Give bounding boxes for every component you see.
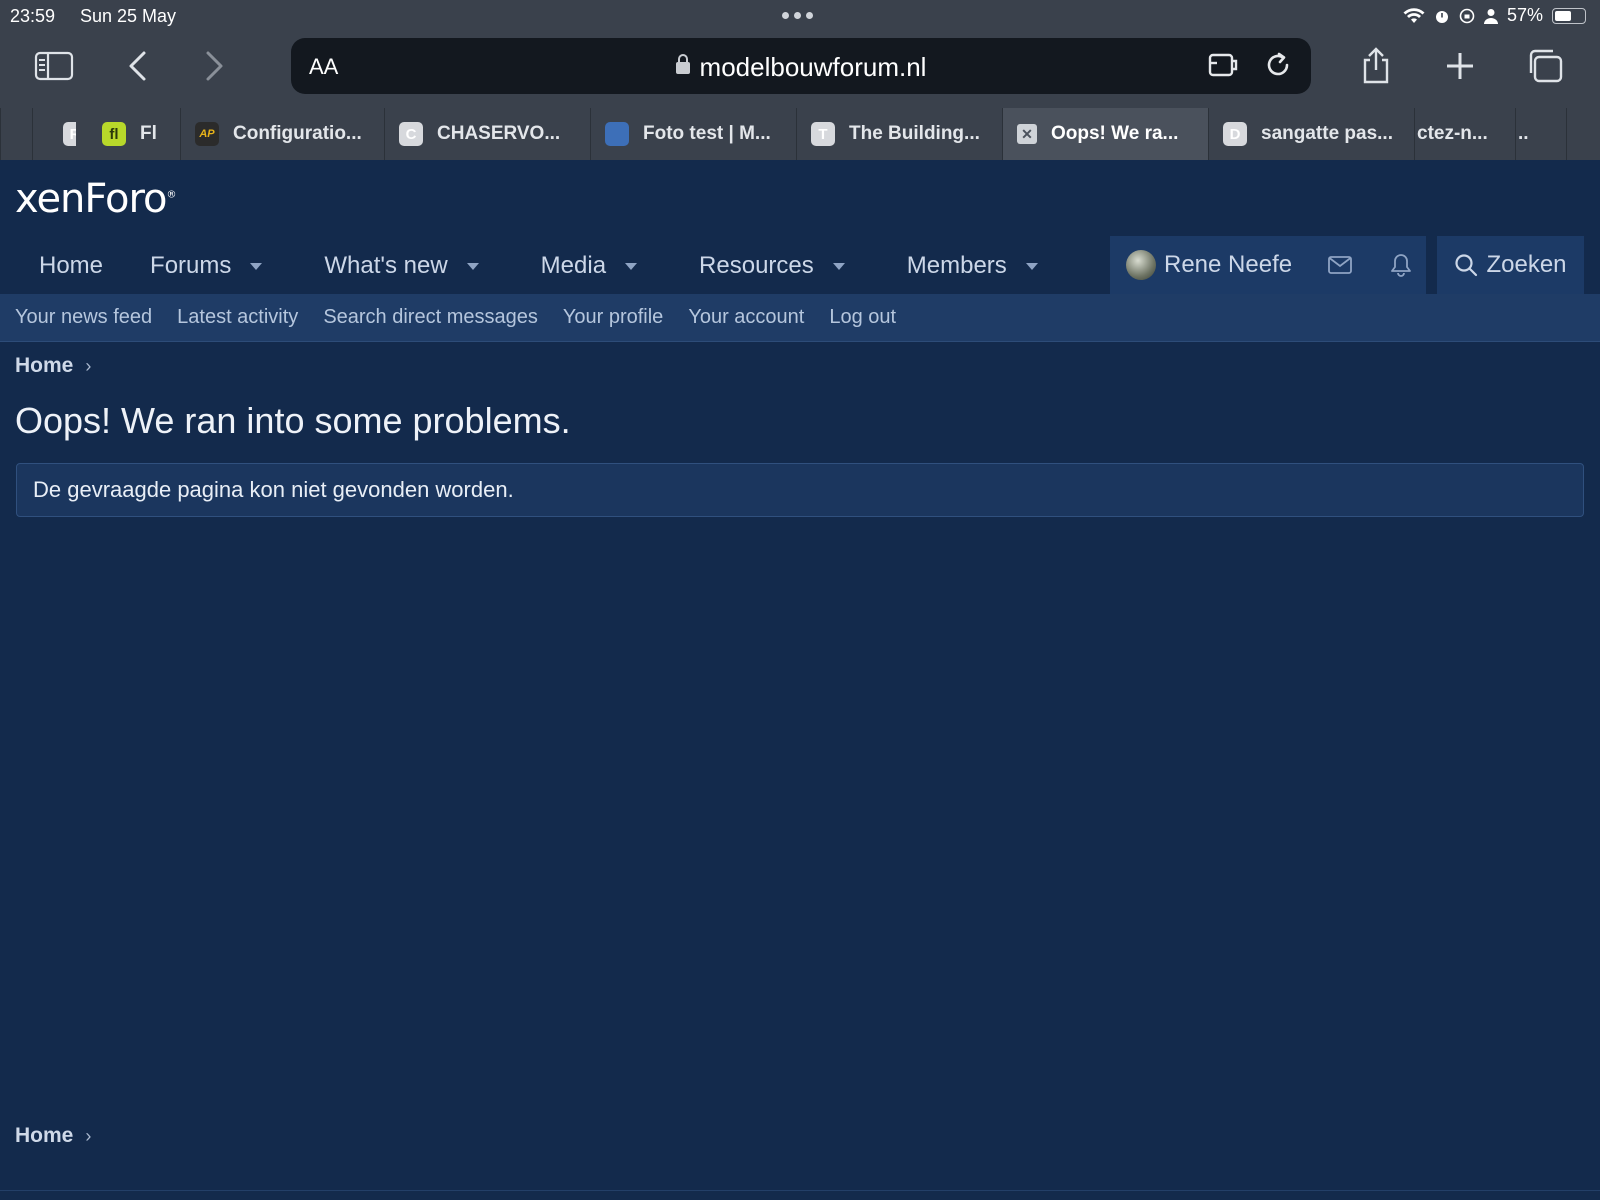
tab-favicon-icon: T [811,122,835,146]
envelope-icon[interactable] [1328,256,1352,274]
tab-favicon-icon: R [63,122,76,146]
tab-overview-icon[interactable] [1524,44,1568,88]
page-title: Oops! We ran into some problems. [15,400,571,441]
sub-nav: Your news feed Latest activity Search di… [0,294,1600,342]
address-bar[interactable]: AA modelbouwforum.nl [291,38,1311,94]
tab-fl[interactable]: fl Fl [76,108,180,160]
breadcrumb: Home › [15,354,91,378]
subnav-news-feed[interactable]: Your news feed [15,306,152,329]
nav-whats-new[interactable]: What's new [285,238,501,294]
globe-icon [605,122,629,146]
battery-percent: 57% [1506,5,1543,25]
share-icon[interactable] [1354,44,1398,88]
nav-label: Members [906,252,1007,279]
error-notice: De gevraagde pagina kon niet gevonden wo… [16,463,1584,517]
status-time: 23:59 [10,6,56,26]
nav-label: Home [39,252,104,279]
extension-icon[interactable] [1207,50,1241,80]
subnav-log-out[interactable]: Log out [829,306,896,329]
chevron-down-icon[interactable] [832,262,845,270]
tab-more[interactable]: .. [1515,108,1566,160]
multitasking-dots-icon[interactable] [782,12,813,19]
nav-label: Media [540,252,607,279]
nav-label: Resources [699,252,814,279]
tab-label: Fl [140,123,157,144]
new-tab-icon[interactable] [1438,44,1482,88]
site-logo[interactable]: xenForo® [15,176,177,222]
battery-icon [1552,7,1586,24]
tab-chaservo[interactable]: C CHASERVO... [384,108,590,160]
subnav-search-direct-messages[interactable]: Search direct messages [323,306,538,329]
tab-label: .. [1518,123,1529,144]
error-message: De gevraagde pagina kon niet gevonden wo… [33,477,514,502]
tab-favicon-icon: AP [195,122,219,146]
avatar[interactable] [1126,250,1156,280]
nav-label: What's new [324,252,448,279]
tab-favicon-icon: fl [102,122,126,146]
tab-label: Configuratio... [233,123,362,144]
search-label: Zoeken [1486,251,1567,278]
tab-configuratio[interactable]: AP Configuratio... [180,108,384,160]
subnav-latest-activity[interactable]: Latest activity [177,306,298,329]
back-icon[interactable] [116,44,160,88]
tab-label: Foto test | M... [643,123,771,144]
logo-text: xenForo [15,176,167,222]
person-icon [1483,8,1498,24]
nav-home[interactable]: Home [0,238,150,294]
chevron-down-icon[interactable] [1025,262,1038,270]
tab-ctez[interactable]: ctez-n... [1414,108,1515,160]
chevron-down-icon[interactable] [250,262,263,270]
breadcrumb-home[interactable]: Home [15,1124,73,1148]
wifi-icon [1403,7,1425,23]
subnav-your-account[interactable]: Your account [688,306,804,329]
tab-r[interactable]: R [32,108,76,160]
breadcrumb-home[interactable]: Home [15,354,73,378]
chevron-right-icon: › [85,1125,92,1146]
nav-media[interactable]: Media [502,238,660,294]
sidebar-toggle-icon[interactable] [32,44,76,88]
status-date: Sun 25 May [80,6,177,26]
forum-page: xenForo® Home Forums What's new Media Re… [0,160,1600,1200]
reload-icon[interactable] [1263,50,1293,80]
tab-oops-active[interactable]: ✕ Oops! We ra... [1002,108,1208,160]
chevron-down-icon[interactable] [466,262,479,270]
bell-icon[interactable] [1390,253,1412,277]
tab-favicon-icon: D [1223,122,1247,146]
main-nav: Home Forums What's new Media Resources M… [0,238,1061,294]
tab-label: ctez-n... [1417,123,1488,144]
nav-resources[interactable]: Resources [660,238,868,294]
close-tab-icon[interactable]: ✕ [1017,124,1037,144]
tab-label: CHASERVO... [437,123,561,144]
nav-forums[interactable]: Forums [150,238,285,294]
tab-label: The Building... [849,123,980,144]
alarm-icon [1435,10,1448,23]
status-bar: 23:59 Sun 25 May 57% [0,0,1600,32]
tab-label: Oops! We ra... [1051,123,1179,144]
tab-the-building[interactable]: T The Building... [796,108,1002,160]
account-bar: Rene Neefe [1110,236,1426,294]
browser-toolbar: AA modelbouwforum.nl [0,36,1600,96]
chevron-right-icon: › [85,355,92,376]
orientation-lock-icon [1459,8,1475,23]
user-name[interactable]: Rene Neefe [1164,251,1292,279]
subnav-your-profile[interactable]: Your profile [563,306,663,329]
footer-breadcrumb: Home › [15,1124,91,1148]
divider [0,1190,1600,1191]
nav-members[interactable]: Members [868,238,1061,294]
tab-bar: R fl Fl AP Configuratio... C CHASERVO... Fo… [0,108,1600,160]
tab-sangatte[interactable]: Dsangatte pas... [1208,108,1414,160]
forward-icon[interactable] [192,44,236,88]
search-icon [1455,254,1478,277]
url-text: modelbouwforum.nl [699,52,927,82]
nav-label: Forums [150,252,232,279]
search-button[interactable]: Zoeken [1437,236,1584,294]
lock-icon [675,54,690,74]
browser-chrome: 23:59 Sun 25 May 57% AA modelbouwforum.n… [0,0,1600,160]
tab-foto-test[interactable]: Foto test | M... [590,108,796,160]
tab-favicon-icon: C [399,122,423,146]
chevron-down-icon[interactable] [625,262,638,270]
tab-label: sangatte pas... [1261,123,1393,144]
